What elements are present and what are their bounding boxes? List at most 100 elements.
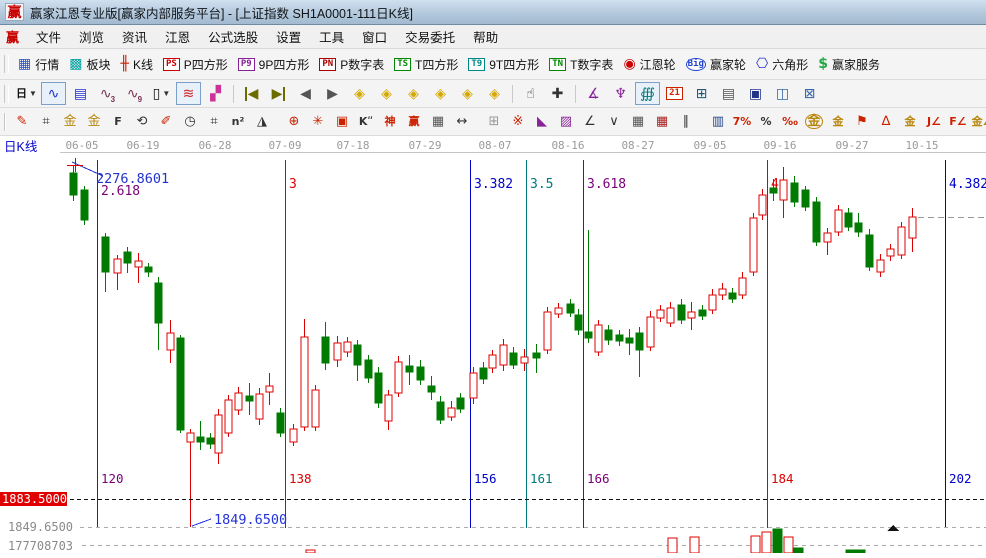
nine-t-square-button-icon: T9 <box>468 58 485 71</box>
purple-fan-tool[interactable]: ◣ <box>531 110 553 133</box>
gann-circle-tool[interactable]: ⊕ <box>283 110 305 133</box>
page-left-button[interactable]: ◀ <box>293 82 318 105</box>
nine-t-square-button[interactable]: T99T四方形 <box>463 56 544 73</box>
star-square-tool[interactable]: ▣ <box>331 110 353 133</box>
fit-screen-button[interactable]: ◈ <box>482 82 507 105</box>
gann-shape-tool[interactable]: ♆ <box>608 82 633 105</box>
candle-style-selector[interactable]: ▯▼ <box>149 82 174 105</box>
menu-settings[interactable]: 设置 <box>267 29 310 47</box>
notes-tool[interactable]: ▤ <box>716 82 741 105</box>
spiral-tool[interactable]: ⟲ <box>131 110 153 133</box>
p-square-button[interactable]: PSP四方形 <box>158 56 233 73</box>
percent-tool[interactable]: % <box>755 110 777 133</box>
gann-wheel-button[interactable]: ◉江恩轮 <box>618 56 680 73</box>
interval-arrows-tool[interactable]: ↔ <box>451 110 473 133</box>
calendar-tool[interactable]: 21 <box>662 82 687 105</box>
shen-fence-tool[interactable]: 神 <box>379 110 401 133</box>
chart-area[interactable]: 06-0506-1906-2807-0907-1807-2908-0708-16… <box>0 136 986 558</box>
gold-lines-tool[interactable]: 金 <box>827 110 849 133</box>
expand-all-button[interactable]: ◈ <box>455 82 480 105</box>
f-trend-tool[interactable]: F∠ <box>947 110 969 133</box>
candle <box>417 367 424 380</box>
pencil-dots-tool[interactable]: ✐ <box>155 110 177 133</box>
k-mark-tool[interactable]: Kʺ <box>355 110 377 133</box>
menu-gann[interactable]: 江恩 <box>156 29 199 47</box>
calculator-tool[interactable]: ⊞ <box>689 82 714 105</box>
quotes-button[interactable]: ▦行情 <box>13 56 64 73</box>
zoom-out-x-button[interactable]: ◈ <box>347 82 372 105</box>
menu-formula-stock-pick[interactable]: 公式选股 <box>199 29 267 47</box>
expand-horizontal-button[interactable]: ◈ <box>401 82 426 105</box>
gold-angle-tool[interactable]: 金∠ <box>971 110 986 133</box>
menu-trade-entrust[interactable]: 交易委托 <box>396 29 464 47</box>
analysis-brain-tool[interactable]: ∰ <box>635 82 660 105</box>
parallel-lines-tool[interactable]: ∥ <box>675 110 697 133</box>
percent-line-tool[interactable]: ‰ <box>779 110 801 133</box>
menu-help[interactable]: 帮助 <box>464 29 507 47</box>
gann-wave-tool[interactable]: ≋ <box>176 82 201 105</box>
menu-tools[interactable]: 工具 <box>310 29 353 47</box>
gold-circle-tool[interactable]: 金 <box>803 110 825 133</box>
page-right-button[interactable]: ▶ <box>320 82 345 105</box>
toolbar-gripper[interactable] <box>4 55 9 73</box>
volume-profile-button[interactable]: ▞ <box>203 82 228 105</box>
grid-frame-tool[interactable]: ⊞ <box>483 110 505 133</box>
angle-measure-tool[interactable]: ∡ <box>581 82 606 105</box>
toolbar-gripper[interactable] <box>4 85 9 103</box>
amplitude-tool[interactable]: ∆ <box>875 110 897 133</box>
grid-tool[interactable]: ▦ <box>627 110 649 133</box>
grid-red-tool[interactable]: ▦ <box>651 110 673 133</box>
pencil-tool[interactable]: ✎ <box>11 110 33 133</box>
gann-fence-tool[interactable]: ⌗ <box>35 110 57 133</box>
wave-9-tool[interactable]: ∿9 <box>122 82 147 105</box>
winner-service-button[interactable]: $赢家服务 <box>813 56 885 73</box>
sectors-button[interactable]: ▩板块 <box>64 56 115 73</box>
depth-bars-tool[interactable]: ▥ <box>707 110 729 133</box>
menu-file[interactable]: 文件 <box>27 29 70 47</box>
candle <box>626 338 633 343</box>
remote-service-button[interactable]: ⊠ <box>797 82 822 105</box>
jump-last-button[interactable]: ▶ <box>266 82 291 105</box>
j-trend-tool[interactable]: J∠ <box>923 110 945 133</box>
f-fence-tool[interactable]: F <box>107 110 129 133</box>
ray-fan-tool[interactable]: ※ <box>507 110 529 133</box>
zigzag-overlay-tool[interactable]: ∿ <box>41 82 66 105</box>
jump-first-button[interactable]: ◀ <box>239 82 264 105</box>
zoom-in-x-button[interactable]: ◈ <box>374 82 399 105</box>
period-daily-selector[interactable]: 日▼ <box>14 82 39 105</box>
v-wave-tool[interactable]: ∨ <box>603 110 625 133</box>
ying-fence-tool[interactable]: 赢 <box>403 110 425 133</box>
menu-news[interactable]: 资讯 <box>113 29 156 47</box>
menu-window[interactable]: 窗口 <box>353 29 396 47</box>
gold-ratio-tool[interactable]: 金 <box>899 110 921 133</box>
nine-p-square-button[interactable]: P99P四方形 <box>233 56 315 73</box>
starburst-tool[interactable]: ✳ <box>307 110 329 133</box>
network-update-button[interactable]: ◫ <box>770 82 795 105</box>
angle-ruler-tool[interactable]: ◮ <box>251 110 273 133</box>
save-tool[interactable]: ▣ <box>743 82 768 105</box>
gold-fence-1-tool[interactable]: 金 <box>59 110 81 133</box>
percent-retrace-tool[interactable]: 7% <box>731 110 753 133</box>
numbered-grid-tool[interactable]: ▦ <box>427 110 449 133</box>
kline-button[interactable]: ╫K线 <box>116 56 158 73</box>
info-panel-button[interactable]: ▤ <box>68 82 93 105</box>
n-square-tool[interactable]: n² <box>227 110 249 133</box>
gold-fence-2-tool[interactable]: 金 <box>83 110 105 133</box>
p-number-table-button[interactable]: PNP数字表 <box>314 56 389 73</box>
menu-browse[interactable]: 浏览 <box>70 29 113 47</box>
time-cycle-tool[interactable]: ◷ <box>179 110 201 133</box>
wave-3-tool[interactable]: ∿3 <box>95 82 120 105</box>
t-square-button[interactable]: TST四方形 <box>389 56 463 73</box>
trend-angle-tool[interactable]: ∠ <box>579 110 601 133</box>
toolbar-gripper[interactable] <box>4 113 6 131</box>
flag-mark-tool[interactable]: ⚑ <box>851 110 873 133</box>
kline-chart-canvas[interactable]: 06-0506-1906-2807-0907-1807-2908-0708-16… <box>0 136 986 553</box>
crosshair-tool[interactable]: ✚ <box>545 82 570 105</box>
t-number-table-button[interactable]: TNT数字表 <box>544 56 618 73</box>
fence-plain-tool[interactable]: ⌗ <box>203 110 225 133</box>
hand-tool[interactable]: ☝ <box>518 82 543 105</box>
hatch-grid-tool[interactable]: ▨ <box>555 110 577 133</box>
compress-view-button[interactable]: ◈ <box>428 82 453 105</box>
winner-wheel-button[interactable]: Big赢家轮 <box>681 56 751 73</box>
hexagon-button[interactable]: ⎔六角形 <box>751 56 813 73</box>
